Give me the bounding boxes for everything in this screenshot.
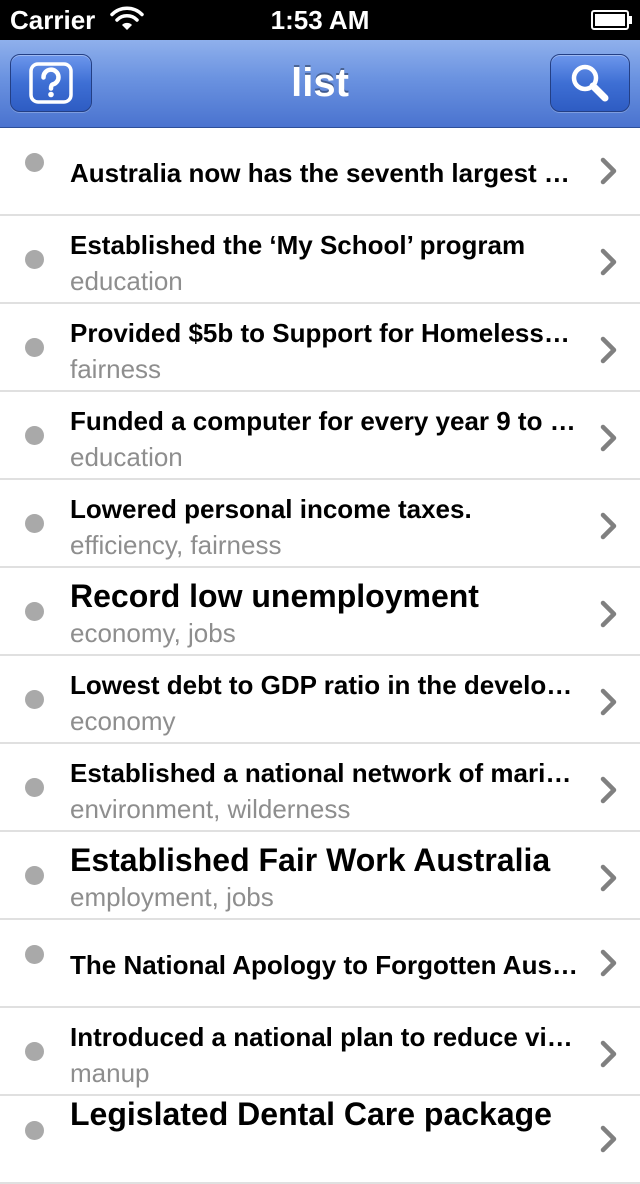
chevron-right-icon	[600, 1125, 617, 1153]
bullet-icon	[25, 945, 44, 964]
bullet-icon	[25, 153, 44, 172]
list-item-title: Established the ‘My School’ program	[70, 230, 526, 260]
chevron-right-icon	[600, 248, 617, 276]
list-item[interactable]: Provided $5b to Support for Homelessness…	[0, 304, 640, 392]
list-item[interactable]: Funded a computer for every year 9 to 12…	[0, 392, 640, 480]
item-list: Australia now has the seventh largest ec…	[0, 128, 640, 1184]
list-item[interactable]: Established a national network of marine…	[0, 744, 640, 832]
list-item[interactable]: Legislated Dental Care package	[0, 1096, 640, 1184]
list-item[interactable]: Established the ‘My School’ program educa…	[0, 216, 640, 304]
bullet-icon	[25, 338, 44, 357]
list-item-subtitle: manup	[70, 1058, 150, 1088]
list-item-title: Introduced a national plan to reduce vio…	[70, 1022, 582, 1052]
list-item-title: Provided $5b to Support for Homelessness	[70, 318, 582, 348]
bullet-icon	[25, 250, 44, 269]
list-item[interactable]: Introduced a national plan to reduce vio…	[0, 1008, 640, 1096]
page-title: list	[291, 61, 349, 105]
list-item-subtitle: fairness	[70, 354, 162, 384]
battery-icon	[591, 10, 632, 30]
list-item-title: The National Apology to Forgotten Austra…	[70, 950, 582, 980]
list-item[interactable]: Record low unemployment economy, jobs	[0, 568, 640, 656]
bullet-icon	[25, 514, 44, 533]
chevron-right-icon	[600, 864, 617, 892]
list-item[interactable]: Lowest debt to GDP ratio in the develope…	[0, 656, 640, 744]
list-item[interactable]: Established Fair Work Australia employmen…	[0, 832, 640, 920]
chevron-right-icon	[600, 512, 617, 540]
list-item-subtitle: education	[70, 266, 183, 296]
list-item[interactable]: Lowered personal income taxes. efficiency…	[0, 480, 640, 568]
status-bar: Carrier 1:53 AM	[0, 0, 640, 40]
bullet-icon	[25, 866, 44, 885]
list-item-subtitle: employment, jobs	[70, 882, 274, 912]
chevron-right-icon	[600, 336, 617, 364]
search-icon	[571, 64, 609, 102]
bullet-icon	[25, 426, 44, 445]
list-item-title: Legislated Dental Care package	[70, 1096, 552, 1132]
list-item-subtitle: efficiency, fairness	[70, 530, 282, 560]
list-item-title: Funded a computer for every year 9 to 12…	[70, 406, 582, 436]
list-item-title: Established Fair Work Australia	[70, 842, 551, 878]
bullet-icon	[25, 1042, 44, 1061]
chevron-right-icon	[600, 776, 617, 804]
list-item-subtitle: economy, jobs	[70, 618, 236, 648]
search-button[interactable]	[550, 54, 630, 112]
chevron-right-icon	[600, 949, 617, 977]
bullet-icon	[25, 602, 44, 621]
chevron-right-icon	[600, 1040, 617, 1068]
list-item-title: Lowered personal income taxes.	[70, 494, 472, 524]
list-item-subtitle: environment, wilderness	[70, 794, 351, 824]
chevron-right-icon	[600, 157, 617, 185]
list-item-title: Established a national network of marine…	[70, 758, 582, 788]
chevron-right-icon	[600, 688, 617, 716]
help-button[interactable]	[10, 54, 92, 112]
list-item[interactable]: Australia now has the seventh largest ec…	[0, 128, 640, 216]
help-icon	[29, 62, 73, 104]
chevron-right-icon	[600, 424, 617, 452]
bullet-icon	[25, 1121, 44, 1140]
chevron-right-icon	[600, 600, 617, 628]
list-item-title: Australia now has the seventh largest ec…	[70, 158, 582, 188]
bullet-icon	[25, 778, 44, 797]
list-item[interactable]: The National Apology to Forgotten Austra…	[0, 920, 640, 1008]
list-item-title: Record low unemployment	[70, 578, 479, 614]
bullet-icon	[25, 690, 44, 709]
navigation-bar: list	[0, 40, 640, 128]
list-item-subtitle: economy	[70, 706, 176, 736]
list-item-title: Lowest debt to GDP ratio in the develope…	[70, 670, 582, 700]
list-item-subtitle: education	[70, 442, 183, 472]
status-time: 1:53 AM	[270, 5, 370, 35]
